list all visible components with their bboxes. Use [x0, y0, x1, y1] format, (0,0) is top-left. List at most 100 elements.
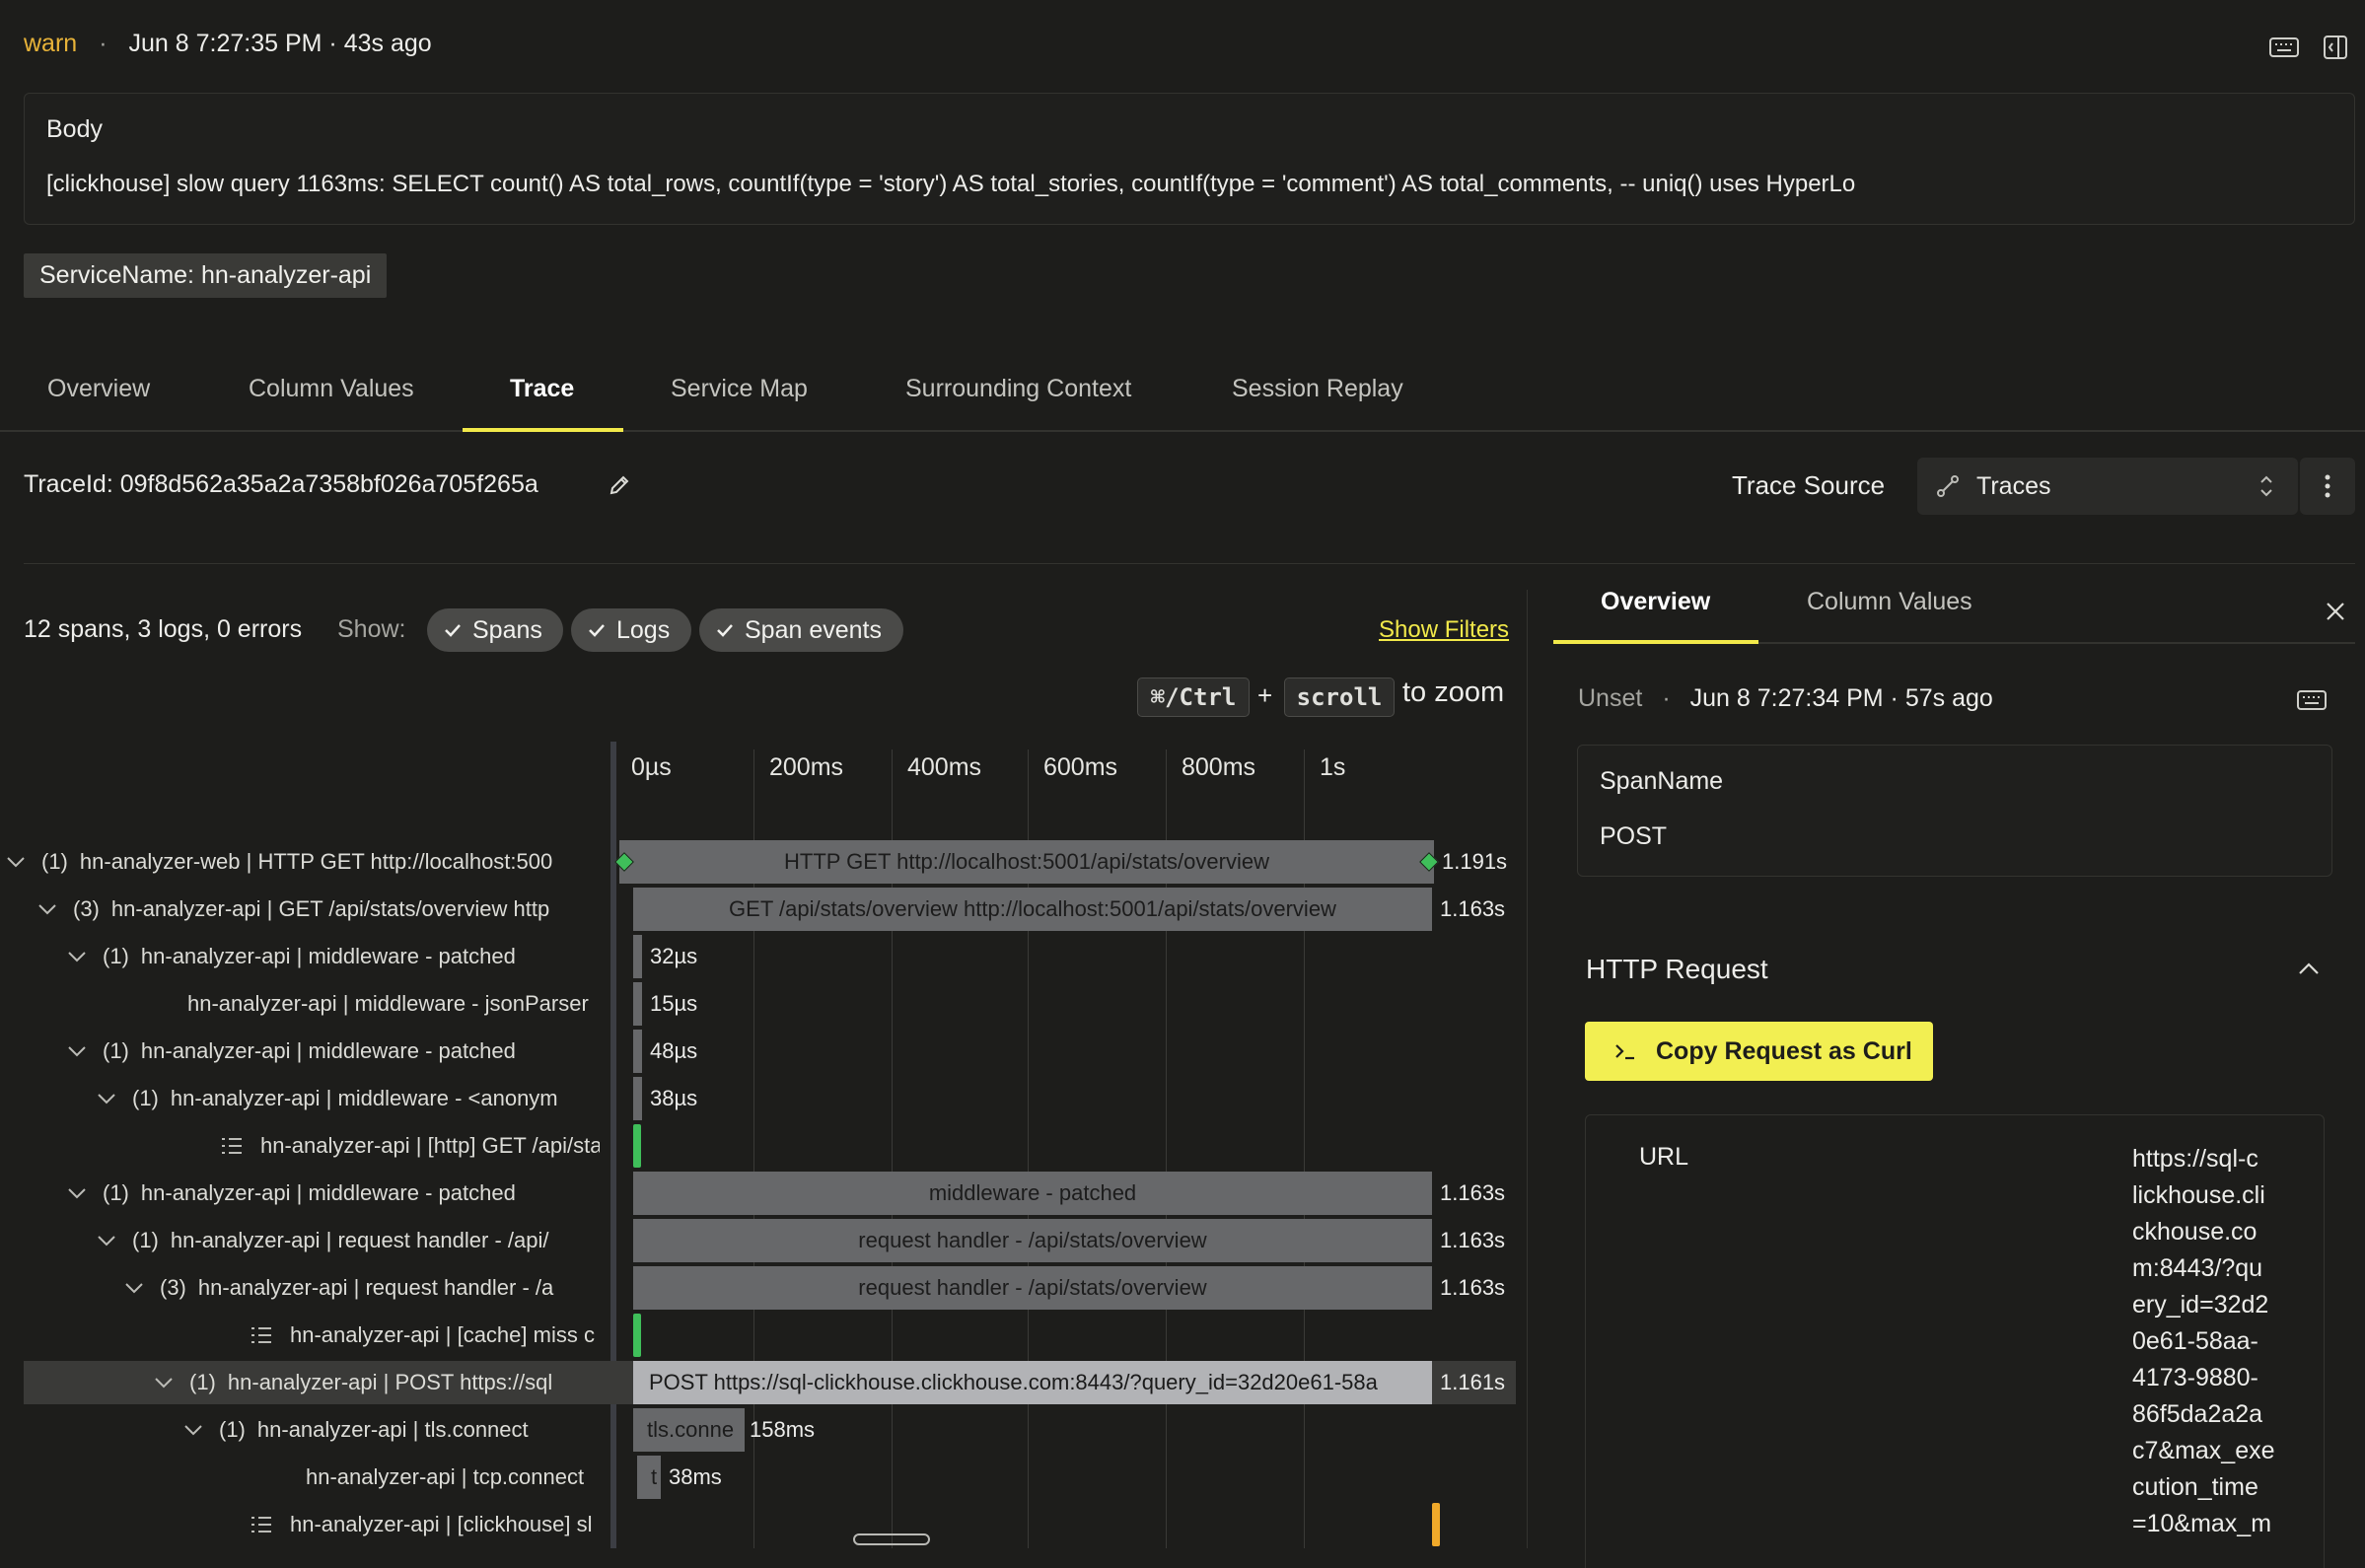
span-row[interactable]: (1) hn-analyzer-api | tls.connect [183, 1408, 600, 1452]
span-bar[interactable]: HTTP GET http://localhost:5001/api/stats… [619, 840, 1434, 884]
span-row[interactable]: (1) hn-analyzer-api | middleware - patche… [67, 935, 600, 978]
horizontal-scrollbar-thumb[interactable] [853, 1533, 930, 1545]
terminal-icon [1614, 1041, 1636, 1061]
span-row[interactable]: hn-analyzer-api | [http] GET /api/sta [221, 1124, 600, 1168]
span-row[interactable]: (3) hn-analyzer-api | request handler - /… [124, 1266, 600, 1310]
kebab-menu-icon[interactable] [2300, 458, 2355, 515]
span-child-count: (3) [160, 1275, 186, 1300]
span-bar-label: request handler - /api/stats/overview [858, 1275, 1207, 1300]
body-text[interactable]: [clickhouse] slow query 1163ms: SELECT c… [46, 171, 1855, 198]
span-row-label: hn-analyzer-web | HTTP GET http://localh… [79, 849, 553, 874]
span-bar[interactable]: request handler - /api/stats/overview [633, 1266, 1432, 1310]
span-bar-label: tls.conne [647, 1417, 735, 1442]
span-row[interactable]: hn-analyzer-api | tcp.connect [306, 1456, 600, 1499]
separator-dot: · [99, 30, 108, 57]
chevron-down-icon[interactable] [37, 903, 57, 915]
close-icon[interactable] [2322, 598, 2349, 625]
tab-column-values[interactable]: Column Values [249, 375, 414, 432]
tab-trace[interactable]: Trace [510, 375, 574, 432]
span-row-label: hn-analyzer-api | tcp.connect [306, 1464, 585, 1489]
span-row[interactable]: (1) hn-analyzer-api | POST https://sql [154, 1361, 600, 1404]
timeline-tick-label: 400ms [907, 753, 982, 781]
span-bar[interactable] [633, 1077, 642, 1120]
log-header: warn · Jun 8 7:27:35 PM · 43s ago [24, 30, 432, 58]
log-marker[interactable] [633, 1124, 641, 1168]
url-line: https://sql-c [2132, 1145, 2258, 1173]
copy-request-curl-button[interactable]: Copy Request as Curl [1585, 1022, 1933, 1081]
pencil-icon[interactable] [606, 471, 633, 499]
span-name-label: SpanName [1600, 767, 1724, 795]
chevron-down-icon[interactable] [67, 1187, 87, 1199]
span-bar[interactable]: GET /api/stats/overview http://localhost… [633, 888, 1432, 931]
log-timestamp: Jun 8 7:27:35 PM · 43s ago [128, 30, 432, 57]
chevron-up-icon[interactable] [2296, 959, 2322, 978]
tab-session-replay[interactable]: Session Replay [1232, 375, 1403, 432]
show-filters-link[interactable]: Show Filters [1379, 616, 1509, 644]
zoom-key-ctrl: ⌘/Ctrl [1137, 677, 1250, 717]
span-row-label: hn-analyzer-api | GET /api/stats/overvie… [110, 896, 550, 921]
span-duration: 158ms [750, 1417, 816, 1442]
span-child-count: (1) [132, 1086, 159, 1110]
span-row[interactable]: (1) hn-analyzer-web | HTTP GET http://loc… [6, 840, 600, 884]
span-bar[interactable]: request handler - /api/stats/overview [633, 1219, 1432, 1262]
url-line: m:8443/?qu [2132, 1254, 2263, 1282]
log-list-icon [251, 1326, 272, 1344]
log-marker[interactable] [1432, 1503, 1440, 1546]
log-marker[interactable] [633, 1314, 641, 1357]
chevron-down-icon[interactable] [183, 1424, 203, 1436]
chevron-down-icon[interactable] [67, 1045, 87, 1057]
check-icon [587, 620, 607, 640]
check-icon [715, 620, 735, 640]
span-name-value[interactable]: POST [1600, 822, 1667, 851]
url-line: ery_id=32d2 [2132, 1291, 2269, 1319]
span-row[interactable]: (1) hn-analyzer-api | middleware - patche… [67, 1172, 600, 1215]
span-bar[interactable]: middleware - patched [633, 1172, 1432, 1215]
chevron-down-icon[interactable] [124, 1282, 144, 1294]
span-row[interactable]: hn-analyzer-api | [clickhouse] sl [251, 1503, 600, 1546]
span-bar-label: POST https://sql-clickhouse.clickhouse.c… [649, 1370, 1378, 1394]
span-row[interactable]: (1) hn-analyzer-api | middleware - patche… [67, 1030, 600, 1073]
chevron-down-icon[interactable] [67, 951, 87, 962]
span-row[interactable]: hn-analyzer-api | middleware - jsonParse… [187, 982, 600, 1026]
span-bar[interactable]: t [637, 1456, 661, 1499]
span-row[interactable]: (1) hn-analyzer-api | middleware - <anony… [97, 1077, 600, 1120]
trace-source-label: Trace Source [1732, 470, 1886, 500]
filter-span-events-toggle[interactable]: Span events [699, 608, 903, 652]
trace-source-value: Traces [1976, 471, 2051, 500]
panel-toggle-icon[interactable] [2322, 34, 2349, 61]
span-row[interactable]: hn-analyzer-api | [cache] miss c [251, 1314, 600, 1357]
filter-spans-toggle[interactable]: Spans [427, 608, 563, 652]
span-row-label: hn-analyzer-api | request handler - /a [197, 1275, 554, 1300]
span-row[interactable]: (1) hn-analyzer-api | request handler - /… [97, 1219, 600, 1262]
span-bar[interactable] [633, 935, 642, 978]
filter-logs-label: Logs [616, 615, 671, 644]
chevron-down-icon[interactable] [154, 1377, 174, 1389]
span-row-label: hn-analyzer-api | middleware - patched [140, 944, 516, 968]
span-bar[interactable] [633, 982, 642, 1026]
span-bar[interactable] [633, 1030, 642, 1073]
keyboard-icon[interactable] [2296, 688, 2328, 712]
url-value[interactable]: https://sql-c lickhouse.cli ckhouse.co m:84… [2132, 1141, 2275, 1542]
trace-source-select[interactable]: Traces [1917, 458, 2298, 515]
span-bar[interactable]: POST https://sql-clickhouse.clickhouse.c… [633, 1361, 1432, 1404]
tab-surrounding-context[interactable]: Surrounding Context [905, 375, 1131, 432]
span-child-count: (1) [103, 1180, 129, 1205]
span-duration: 1.161s [1440, 1370, 1506, 1394]
service-name-chip[interactable]: ServiceName: hn-analyzer-api [24, 253, 388, 298]
filter-logs-toggle[interactable]: Logs [571, 608, 691, 652]
keyboard-icon[interactable] [2268, 34, 2300, 61]
tab-overview[interactable]: Overview [47, 375, 150, 432]
divider [24, 563, 2355, 564]
show-label: Show: [337, 615, 406, 643]
panel-tab-column-values[interactable]: Column Values [1807, 588, 1972, 616]
tab-service-map[interactable]: Service Map [671, 375, 808, 432]
chevron-down-icon[interactable] [97, 1235, 116, 1247]
span-bar-label: GET /api/stats/overview http://localhost… [729, 896, 1336, 921]
span-bar[interactable]: tls.conne [633, 1408, 745, 1452]
chevron-down-icon[interactable] [97, 1093, 116, 1105]
span-row[interactable]: (3) hn-analyzer-api | GET /api/stats/over… [37, 888, 600, 931]
span-child-count: (1) [103, 944, 129, 968]
chevron-down-icon[interactable] [6, 856, 26, 868]
panel-tab-overview[interactable]: Overview [1601, 588, 1710, 616]
http-request-title: HTTP Request [1586, 954, 1768, 984]
